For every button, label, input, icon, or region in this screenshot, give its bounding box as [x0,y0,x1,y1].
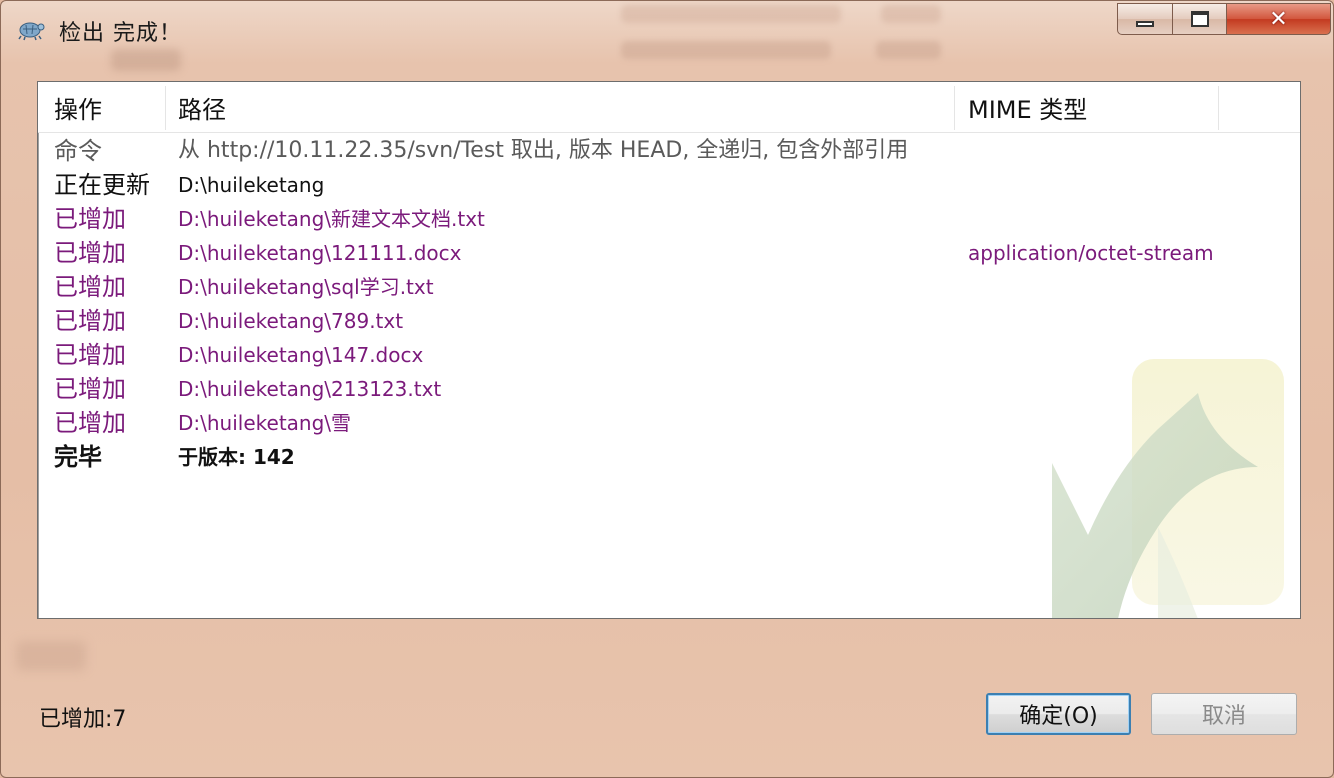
row-path: D:\huileketang\sql学习.txt [178,275,434,299]
row-path: 于版本: 142 [178,445,295,469]
list-header: 操作 路径 MIME 类型 [38,82,1300,133]
list-row[interactable]: 已增加 D:\huileketang\新建文本文档.txt [38,202,1300,236]
row-action: 完毕 [54,443,102,471]
column-header-path[interactable]: 路径 [178,82,226,132]
tortoise-icon [18,22,45,41]
minimize-icon [1136,21,1154,27]
row-mime: application/octet-stream [968,241,1214,265]
row-action: 已增加 [54,205,126,233]
row-path: D:\huileketang\新建文本文档.txt [178,207,485,231]
checkmark-watermark-icon [1052,359,1284,618]
status-added-count: 已增加:7 [39,707,127,732]
column-divider[interactable] [1218,86,1219,130]
row-action: 命令 [54,137,102,165]
column-divider[interactable] [954,86,955,130]
row-action: 正在更新 [54,171,150,199]
row-action: 已增加 [54,273,126,301]
row-path: D:\huileketang\147.docx [178,343,424,367]
list-row[interactable]: 已增加 D:\huileketang\121111.docx applicati… [38,236,1300,270]
row-path: 从 http://10.11.22.35/svn/Test 取出, 版本 HEA… [178,138,909,163]
background-blur [876,41,941,59]
checkout-dialog: 检出 完成！ ✕ 操作 路径 MIME 类型 命令 从 http://10.11… [0,0,1334,778]
minimize-button[interactable] [1117,3,1173,35]
row-path: D:\huileketang\雪 [178,411,352,435]
close-icon: ✕ [1269,6,1288,32]
ok-button[interactable]: 确定(O) [986,693,1131,735]
column-header-mime[interactable]: MIME 类型 [968,82,1087,132]
list-row[interactable]: 命令 从 http://10.11.22.35/svn/Test 取出, 版本 … [38,134,1300,168]
list-row[interactable]: 已增加 D:\huileketang\sql学习.txt [38,270,1300,304]
row-action: 已增加 [54,239,126,267]
caption-buttons: ✕ [1117,3,1331,41]
row-action: 已增加 [54,341,126,369]
row-action: 已增加 [54,307,126,335]
column-divider[interactable] [165,86,166,130]
row-path: D:\huileketang\789.txt [178,309,404,333]
results-list[interactable]: 操作 路径 MIME 类型 命令 从 http://10.11.22.35/sv… [37,81,1301,619]
column-header-action[interactable]: 操作 [54,82,102,132]
background-blur [881,5,941,23]
row-path: D:\huileketang [178,173,325,197]
row-action: 已增加 [54,409,126,437]
cancel-button[interactable]: 取消 [1151,693,1297,735]
background-blur [16,641,86,671]
maximize-button[interactable] [1173,3,1227,35]
background-blur [621,41,831,59]
row-action: 已增加 [54,375,126,403]
close-button[interactable]: ✕ [1227,3,1331,35]
row-path: D:\huileketang\213123.txt [178,377,442,401]
maximize-icon [1190,11,1209,27]
background-blur [111,49,181,71]
list-row[interactable]: 正在更新 D:\huileketang [38,168,1300,202]
background-blur [621,5,841,23]
row-path: D:\huileketang\121111.docx [178,241,462,265]
list-row[interactable]: 已增加 D:\huileketang\789.txt [38,304,1300,338]
window-title: 检出 完成！ [59,21,182,46]
